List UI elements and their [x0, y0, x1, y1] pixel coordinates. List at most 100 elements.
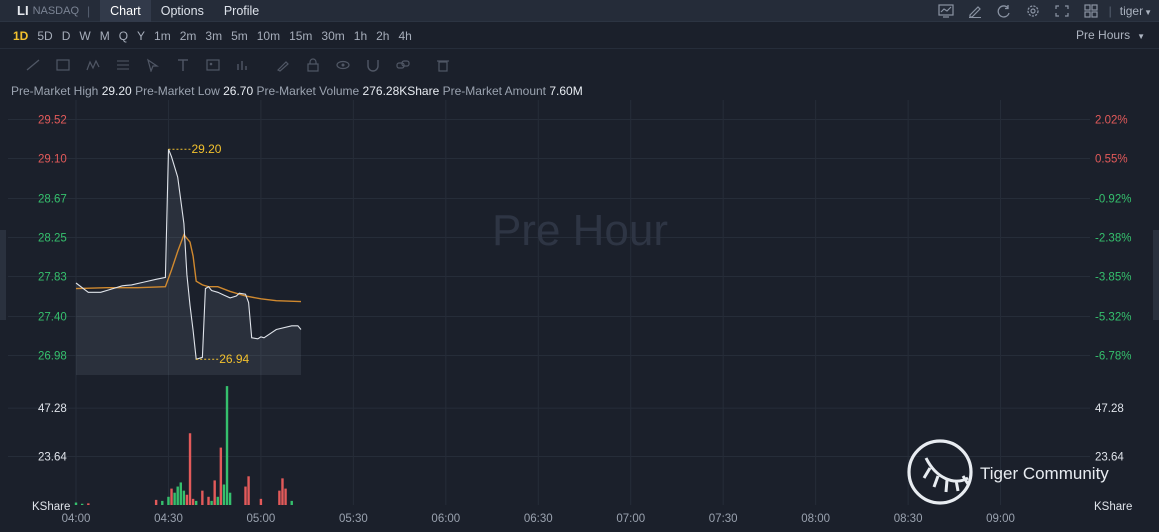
volume-bar: [247, 476, 250, 505]
stat-high-value: 29.20: [101, 84, 132, 98]
stat-high-label: Pre-Market High: [11, 84, 99, 98]
brand-watermark: Tiger Community: [907, 439, 1109, 505]
user-menu[interactable]: | tiger▼: [1109, 4, 1152, 18]
intraday-chart[interactable]: Pre Hour 29.5229.1028.6728.2527.8327.402…: [0, 100, 1159, 532]
settings-icon[interactable]: [1023, 0, 1043, 22]
rectangle-icon[interactable]: [48, 50, 78, 80]
period-1d[interactable]: 1D: [13, 29, 28, 43]
period-bar: 1D 5D D W M Q Y 1m 2m 3m 5m 10m 15m 30m …: [0, 23, 1159, 49]
time-tick-label: 08:30: [894, 513, 923, 525]
period-3m[interactable]: 3m: [205, 29, 222, 43]
period-2h[interactable]: 2h: [376, 29, 389, 43]
volume-bar: [176, 486, 179, 505]
volume-tick-label: 23.64: [1095, 452, 1124, 464]
tiger-logo-icon: [907, 439, 973, 505]
stat-amount-value: 7.60M: [549, 84, 583, 98]
percent-tick-label: 0.55%: [1095, 154, 1128, 166]
volume-bar: [213, 480, 216, 505]
symbol-label: LI: [17, 3, 29, 18]
volume-axis-right: 47.28 23.64: [1095, 403, 1124, 463]
trend-line-icon[interactable]: [18, 50, 48, 80]
text-tool-icon[interactable]: [168, 50, 198, 80]
chart-type-icon[interactable]: [936, 0, 956, 22]
period-30m[interactable]: 30m: [321, 29, 344, 43]
tab-chart[interactable]: Chart: [100, 0, 151, 22]
divider: |: [87, 3, 91, 18]
volume-tick-label: 47.28: [1095, 403, 1124, 415]
price-tick-label: 27.40: [38, 311, 67, 323]
link-icon[interactable]: [388, 50, 418, 80]
chart-watermark: Pre Hour: [492, 206, 668, 255]
period-m[interactable]: M: [100, 29, 110, 43]
trash-icon[interactable]: [428, 50, 458, 80]
cursor-icon[interactable]: [138, 50, 168, 80]
price-tick-label: 28.67: [38, 193, 67, 205]
volume-bar: [154, 499, 158, 505]
session-select-label: Pre Hours: [1076, 28, 1131, 42]
volume-tick-label: 23.64: [38, 452, 67, 464]
volume-bar: [210, 500, 213, 505]
magnet-icon[interactable]: [358, 50, 388, 80]
volume-bar: [216, 496, 219, 505]
time-tick-label: 05:30: [339, 513, 368, 525]
layout-icon[interactable]: [1081, 0, 1101, 22]
session-select[interactable]: Pre Hours ▼: [1076, 28, 1145, 42]
image-tool-icon[interactable]: [198, 50, 228, 80]
percent-tick-label: -5.32%: [1095, 311, 1131, 323]
pencil-icon[interactable]: [268, 50, 298, 80]
time-tick-label: 06:00: [431, 513, 460, 525]
volume-unit-left: KShare: [32, 501, 70, 513]
period-2m[interactable]: 2m: [180, 29, 197, 43]
percent-tick-label: -3.85%: [1095, 272, 1131, 284]
period-d[interactable]: D: [62, 29, 71, 43]
period-10m[interactable]: 10m: [257, 29, 280, 43]
percent-tick-label: -6.78%: [1095, 350, 1131, 362]
price-tick-label: 28.25: [38, 233, 67, 245]
stat-low-value: 26.70: [223, 84, 254, 98]
refresh-icon[interactable]: [994, 0, 1014, 22]
fibonacci-icon[interactable]: [108, 50, 138, 80]
pattern-icon[interactable]: [78, 50, 108, 80]
drawing-toolbar: [0, 50, 1159, 80]
volume-bar: [182, 490, 186, 505]
volume-bar: [225, 386, 229, 505]
percent-tick-label: 2.02%: [1095, 115, 1128, 127]
caret-down-icon: ▼: [1137, 32, 1145, 41]
stat-volume-label: Pre-Market Volume: [256, 84, 360, 98]
volume-bar: [191, 498, 195, 505]
fullscreen-icon[interactable]: [1052, 0, 1072, 22]
time-axis: 04:00 04:30 05:00 05:30 06:00 06:30 07:00 07:30…: [62, 513, 1015, 525]
volume-unit-right: KShare: [1094, 501, 1132, 513]
volume-bar: [219, 447, 223, 505]
volume-bar: [259, 498, 263, 505]
draw-icon[interactable]: [965, 0, 985, 22]
user-name: tiger: [1119, 4, 1144, 18]
volume-bar: [179, 482, 182, 505]
volume-bar: [161, 500, 164, 505]
eye-icon[interactable]: [328, 50, 358, 80]
period-w[interactable]: W: [79, 29, 90, 43]
period-1h[interactable]: 1h: [354, 29, 367, 43]
period-4h[interactable]: 4h: [398, 29, 411, 43]
volume-bar: [167, 496, 170, 505]
period-q[interactable]: Q: [119, 29, 128, 43]
volume-bar: [278, 490, 281, 505]
tab-options[interactable]: Options: [151, 0, 214, 22]
time-tick-label: 07:00: [616, 513, 645, 525]
indicator-icon[interactable]: [228, 50, 258, 80]
low-marker-label: 26.94: [219, 352, 249, 366]
period-y[interactable]: Y: [137, 29, 145, 43]
period-15m[interactable]: 15m: [289, 29, 312, 43]
period-5d[interactable]: 5D: [37, 29, 52, 43]
volume-bar: [281, 478, 284, 505]
price-tick-label: 26.98: [38, 350, 67, 362]
lock-icon[interactable]: [298, 50, 328, 80]
volume-bar: [185, 494, 189, 505]
period-5m[interactable]: 5m: [231, 29, 248, 43]
volume-tick-label: 47.28: [38, 403, 67, 415]
period-1m[interactable]: 1m: [154, 29, 171, 43]
volume-bar: [201, 490, 204, 505]
volume-bar: [290, 500, 293, 505]
volume-bar: [170, 488, 173, 505]
tab-profile[interactable]: Profile: [214, 0, 269, 22]
